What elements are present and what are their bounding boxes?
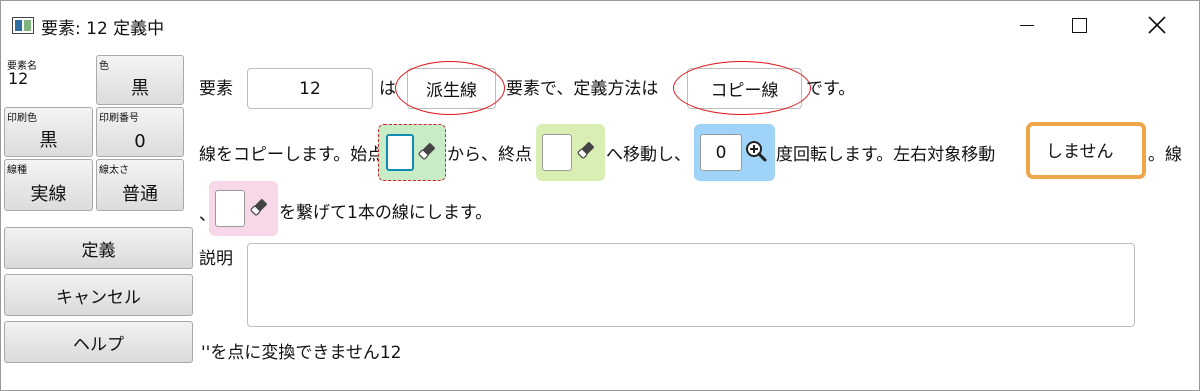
connect-field[interactable] bbox=[215, 190, 245, 227]
row2-from-text: から、終点 bbox=[447, 145, 532, 165]
eraser-icon[interactable] bbox=[249, 197, 269, 217]
row2-rotate-text: 度回転します。左右対象移動 bbox=[776, 145, 996, 165]
app-icon bbox=[12, 17, 34, 34]
end-point-picker bbox=[536, 124, 605, 181]
line-width-label: 線太さ bbox=[99, 165, 129, 176]
print-number-button[interactable]: 印刷番号 0 bbox=[96, 107, 184, 157]
cancel-button[interactable]: キャンセル bbox=[4, 274, 193, 316]
method-highlight bbox=[673, 61, 811, 115]
row1-wa: は bbox=[379, 79, 396, 99]
angle-picker: 0 bbox=[694, 124, 775, 181]
element-name-value: 12 bbox=[8, 69, 29, 88]
print-color-button[interactable]: 印刷色 黒 bbox=[4, 107, 93, 157]
connect-picker bbox=[209, 181, 278, 236]
status-message: ''を点に変換できません12 bbox=[201, 343, 402, 363]
minimize-button[interactable] bbox=[1001, 1, 1053, 49]
print-color-value: 黒 bbox=[39, 130, 58, 151]
close-button[interactable] bbox=[1131, 1, 1183, 49]
line-width-button[interactable]: 線太さ 普通 bbox=[96, 159, 184, 211]
color-value: 黒 bbox=[131, 78, 149, 99]
zoom-in-icon[interactable] bbox=[745, 140, 767, 162]
derived-type-highlight bbox=[395, 61, 505, 115]
define-button[interactable]: 定義 bbox=[4, 227, 193, 269]
end-point-field[interactable] bbox=[542, 134, 572, 171]
print-number-value: 0 bbox=[134, 131, 146, 152]
color-label: 色 bbox=[99, 61, 109, 72]
start-point-picker bbox=[378, 124, 446, 181]
print-color-label: 印刷色 bbox=[7, 113, 37, 124]
row1-prefix: 要素 bbox=[199, 79, 233, 99]
dialog-window: 要素: 12 定義中 要素名 12 色 黒 印刷色 黒 印刷番号 0 線種 実線… bbox=[0, 0, 1200, 391]
element-number-field[interactable]: 12 bbox=[247, 68, 373, 109]
line-width-value: 普通 bbox=[122, 184, 158, 205]
row2-move-text: へ移動し、 bbox=[606, 145, 691, 165]
close-icon bbox=[1148, 16, 1166, 34]
row3-text: を繋げて1本の線にします。 bbox=[279, 203, 493, 223]
line-type-value: 実線 bbox=[30, 184, 67, 205]
eraser-icon[interactable] bbox=[417, 141, 437, 161]
print-number-label: 印刷番号 bbox=[99, 113, 139, 124]
row1-mid: 要素で、定義方法は bbox=[506, 79, 659, 99]
line-type-button[interactable]: 線種 実線 bbox=[4, 159, 93, 211]
line-type-label: 線種 bbox=[7, 165, 27, 176]
angle-field[interactable]: 0 bbox=[700, 134, 742, 171]
row2-tail: 。線 bbox=[1148, 145, 1182, 165]
minimize-icon bbox=[1020, 24, 1034, 26]
mirror-picker: しません bbox=[1026, 122, 1146, 179]
start-point-field[interactable] bbox=[386, 134, 414, 171]
window-title: 要素: 12 定義中 bbox=[41, 19, 165, 39]
row1-suffix: です。 bbox=[806, 79, 856, 99]
eraser-icon[interactable] bbox=[576, 140, 596, 160]
maximize-button[interactable] bbox=[1053, 1, 1105, 49]
title-bar: 要素: 12 定義中 bbox=[1, 1, 1199, 49]
help-button[interactable]: ヘルプ bbox=[4, 321, 193, 363]
row2-start-text: 線をコピーします。始点 bbox=[199, 145, 385, 165]
description-label: 説明 bbox=[199, 249, 233, 269]
color-button[interactable]: 色 黒 bbox=[96, 55, 184, 105]
mirror-field[interactable]: しません bbox=[1034, 130, 1138, 168]
description-textarea[interactable] bbox=[247, 243, 1135, 327]
element-name-field[interactable]: 要素名 12 bbox=[4, 55, 93, 105]
maximize-icon bbox=[1071, 17, 1087, 33]
